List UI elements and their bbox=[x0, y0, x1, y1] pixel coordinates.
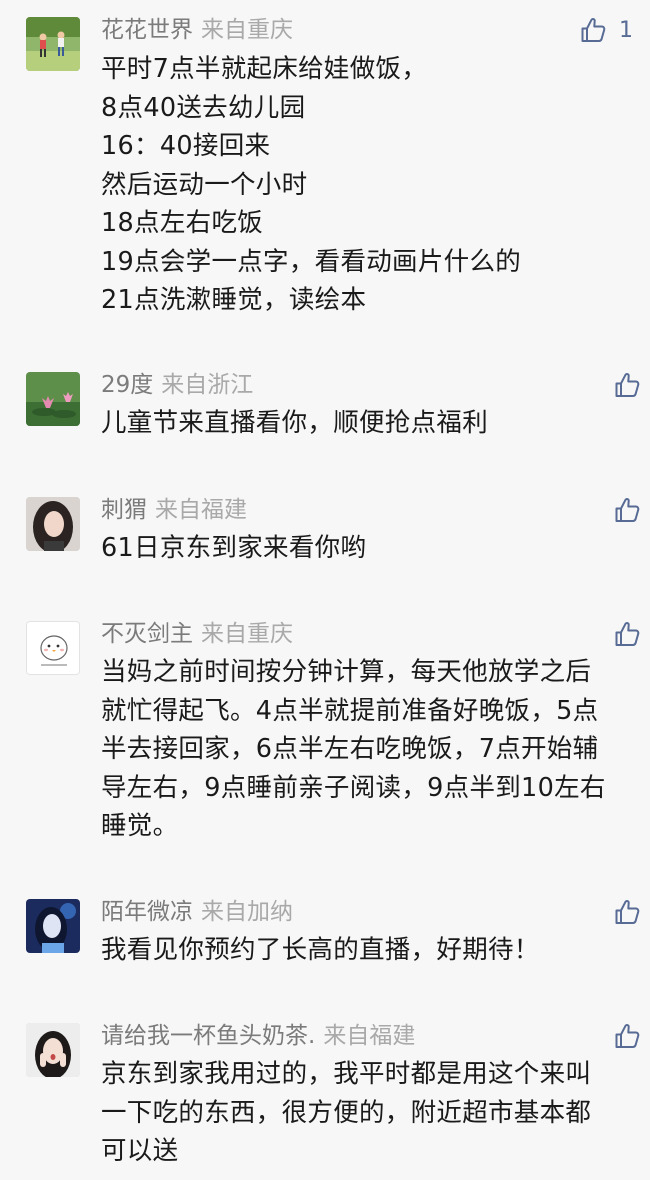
thumbs-up-icon bbox=[613, 898, 641, 926]
location-label: 来自福建 bbox=[155, 497, 247, 523]
like-button[interactable] bbox=[613, 495, 641, 525]
nickname[interactable]: 不灭剑主 bbox=[101, 621, 193, 647]
comment-meta: 请给我一杯鱼头奶茶. 来自福建 bbox=[101, 1021, 415, 1051]
nickname[interactable]: 花花世界 bbox=[101, 17, 193, 43]
user-avatar[interactable] bbox=[26, 899, 80, 953]
user-avatar[interactable] bbox=[26, 621, 80, 675]
comment-meta: 不灭剑主 来自重庆 bbox=[101, 619, 293, 649]
comment-meta: 花花世界 来自重庆 bbox=[101, 15, 293, 45]
comment-text: 当妈之前时间按分钟计算，每天他放学之后就忙得起飞。4点半就提前准备好晚饭，5点半… bbox=[101, 657, 606, 841]
comment-text: 我看见你预约了长高的直播，好期待！ bbox=[101, 935, 540, 965]
thumbs-up-icon bbox=[613, 1022, 641, 1050]
thumbs-up-icon bbox=[613, 496, 641, 524]
thumbs-up-icon bbox=[579, 16, 607, 44]
like-button[interactable] bbox=[613, 619, 641, 649]
user-avatar[interactable] bbox=[26, 372, 80, 426]
user-avatar[interactable] bbox=[26, 497, 80, 551]
like-button[interactable] bbox=[613, 1021, 641, 1051]
location-label: 来自重庆 bbox=[201, 17, 293, 43]
location-label: 来自加纳 bbox=[201, 899, 293, 925]
location-label: 来自重庆 bbox=[201, 621, 293, 647]
user-avatar[interactable] bbox=[26, 1023, 80, 1077]
nickname[interactable]: 29度 bbox=[101, 372, 153, 398]
thumbs-up-icon bbox=[613, 371, 641, 399]
comment-text: 61日京东到家来看你哟 bbox=[101, 533, 367, 563]
thumbs-up-icon bbox=[613, 620, 641, 648]
location-label: 来自福建 bbox=[323, 1023, 416, 1049]
comment-meta: 陌年微凉 来自加纳 bbox=[101, 897, 293, 927]
nickname[interactable]: 请给我一杯鱼头奶茶. bbox=[101, 1023, 315, 1049]
comment-meta: 29度 来自浙江 bbox=[101, 370, 253, 400]
like-button[interactable] bbox=[613, 370, 641, 400]
location-label: 来自浙江 bbox=[161, 372, 254, 398]
comment-meta: 刺猬 来自福建 bbox=[101, 495, 247, 525]
comment-text: 京东到家我用过的，我平时都是用这个来叫一下吃的东西，很方便的，附近超市基本都可以… bbox=[101, 1059, 592, 1166]
like-count: 1 bbox=[619, 17, 633, 43]
user-avatar[interactable] bbox=[26, 17, 80, 71]
comment-text: 儿童节来直播看你，顺便抢点福利 bbox=[101, 408, 489, 438]
like-button[interactable] bbox=[613, 897, 641, 927]
nickname[interactable]: 陌年微凉 bbox=[101, 899, 193, 925]
comment-text: 平时7点半就起床给娃做饭， 8点40送去幼儿园 16：40接回来 然后运动一个小… bbox=[101, 54, 522, 315]
like-button[interactable]: 1 bbox=[579, 15, 641, 45]
nickname[interactable]: 刺猬 bbox=[101, 497, 147, 523]
